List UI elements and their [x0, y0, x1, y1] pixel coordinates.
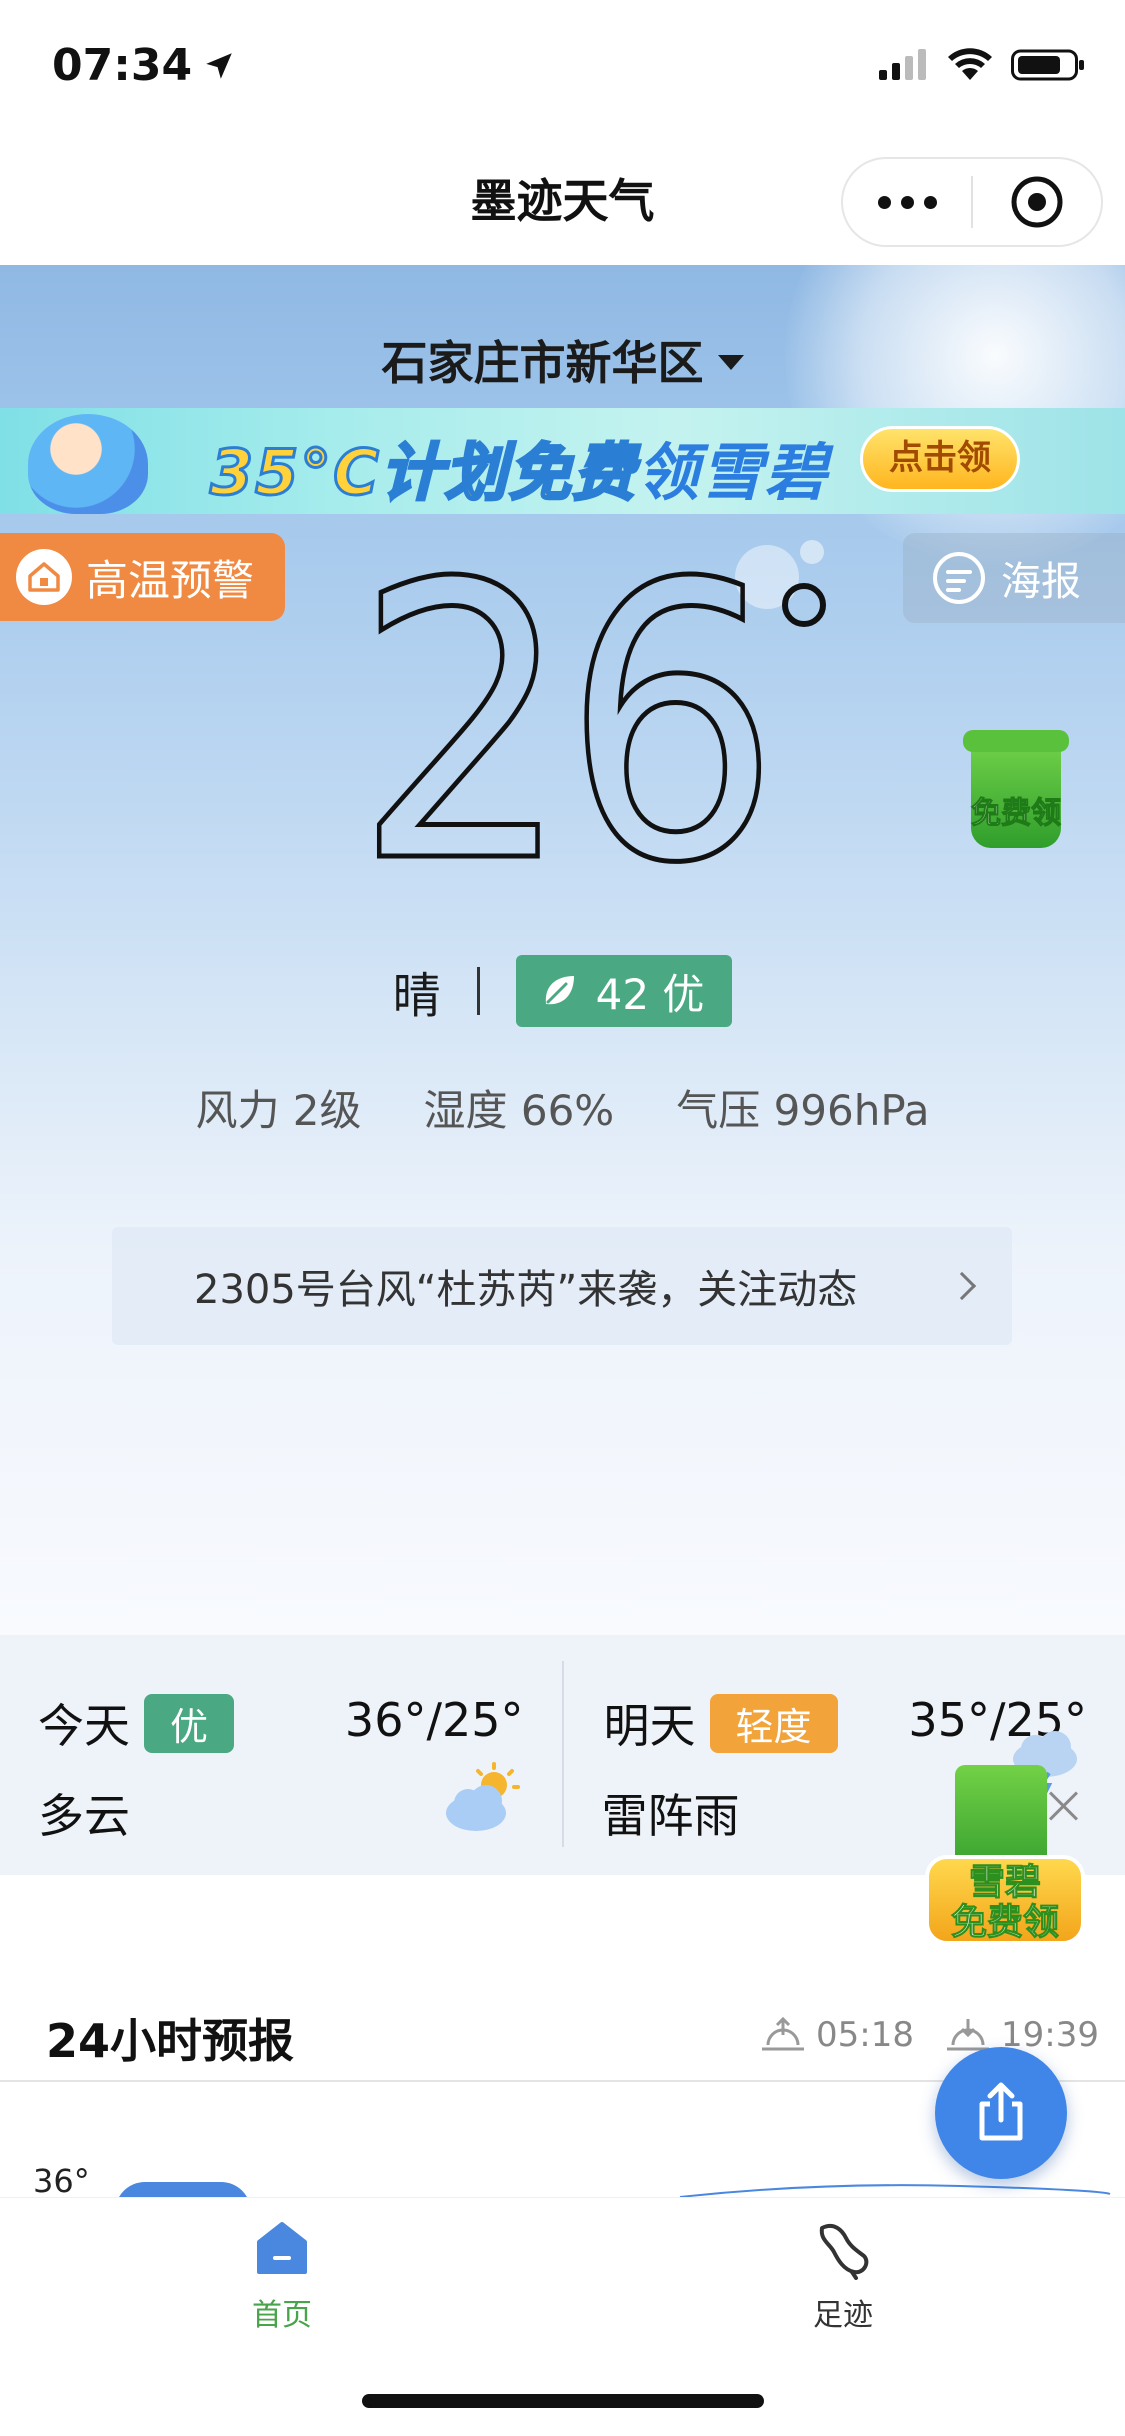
status-bar: 07:34: [0, 0, 1125, 135]
status-icons: [879, 48, 1085, 82]
forecast-today[interactable]: 今天 优 36°/25° 多云: [0, 1635, 562, 1875]
condition-row: 晴 42 优: [0, 955, 1125, 1027]
target-icon: [1011, 176, 1063, 228]
wifi-icon: [948, 48, 992, 80]
tab-label: 首页: [252, 2298, 312, 2333]
free-drink-badge[interactable]: 免费领: [957, 720, 1075, 860]
clock-text: 07:34: [52, 40, 193, 91]
location-name: 石家庄市新华区: [381, 336, 704, 390]
weather-details: 风力 2级 湿度 66% 气压 996hPa: [0, 1077, 1125, 1138]
mini-program-nav-bar: 墨迹天气: [0, 135, 1125, 265]
more-dot-icon: [877, 195, 891, 209]
temperature-range: 36°/25°: [344, 1693, 524, 1747]
chevron-right-icon: [947, 1271, 977, 1301]
caret-down-icon: [717, 355, 744, 370]
sunset-time: 19:39: [945, 2015, 1099, 2055]
hourly-title: 24小时预报: [46, 2014, 295, 2068]
aqi-badge[interactable]: 42 优: [515, 955, 733, 1027]
promo-headline-b: 免费: [507, 435, 637, 511]
promo-claim-button[interactable]: 点击领: [860, 426, 1020, 492]
share-button[interactable]: [935, 2047, 1067, 2179]
floating-promo-bottom: 免费领: [950, 1902, 1059, 1943]
news-text: 2305号台风“杜苏芮”来袭，关注动态: [194, 1267, 858, 1313]
condition-divider: [476, 967, 480, 1015]
wind-level: 风力 2级: [195, 1086, 362, 1135]
close-icon[interactable]: [1045, 1787, 1081, 1823]
aqi-badge: 轻度: [709, 1693, 838, 1753]
sunrise-time: 05:18: [760, 2015, 914, 2055]
close-mini-program-button[interactable]: [973, 159, 1101, 245]
more-options-button[interactable]: [843, 159, 971, 245]
more-dot-icon: [923, 195, 937, 209]
floating-promo-top: 雪碧: [968, 1862, 1041, 1903]
tab-home[interactable]: 首页: [182, 2218, 382, 2334]
home-icon: [257, 2222, 307, 2274]
share-icon: [979, 2082, 1023, 2141]
forecast-day: 明天 轻度: [604, 1690, 838, 1756]
location-selector[interactable]: 石家庄市新华区: [0, 327, 1125, 393]
temperature-value: 26: [352, 503, 783, 946]
forecast-condition: 多云: [38, 1789, 130, 1843]
tab-footprint[interactable]: 足迹: [743, 2218, 943, 2334]
weather-hero: 石家庄市新华区 35°C计划免费领雪碧 点击领 高温预警 海报 26 免费领 晴…: [0, 265, 1125, 1635]
mascot-image: [28, 414, 148, 514]
leaf-icon: [545, 976, 574, 1005]
floating-drink-promo[interactable]: 雪碧 免费领: [925, 1755, 1085, 1960]
promo-banner[interactable]: 35°C计划免费领雪碧 点击领: [0, 408, 1125, 514]
promo-headline-c: 领雪碧: [636, 436, 829, 509]
air-pressure: 气压 996hPa: [676, 1086, 930, 1135]
floating-promo-label: 雪碧 免费领: [925, 1855, 1085, 1945]
forecast-day-label: 今天: [38, 1699, 130, 1753]
cellular-signal-icon: [879, 49, 926, 80]
humidity: 湿度 66%: [423, 1086, 615, 1135]
free-drink-label: 免费领: [971, 796, 1062, 832]
footprint-icon: [819, 2223, 869, 2280]
tab-label: 足迹: [813, 2298, 873, 2333]
status-time: 07:34: [52, 40, 236, 91]
aqi-value: 42 优: [595, 969, 705, 1019]
battery-icon: [1011, 49, 1084, 81]
sunrise-icon: [762, 2016, 804, 2051]
typhoon-news-bar[interactable]: 2305号台风“杜苏芮”来袭，关注动态: [112, 1227, 1012, 1345]
sunrise-value: 05:18: [816, 2015, 914, 2055]
forecast-condition: 雷阵雨: [601, 1789, 740, 1843]
more-dot-icon: [900, 195, 914, 209]
forecast-day: 今天 优: [38, 1690, 235, 1756]
cup-lid: [963, 730, 1069, 752]
forecast-day-label: 明天: [603, 1699, 696, 1753]
capsule-menu: [841, 157, 1103, 247]
aqi-badge: 优: [144, 1693, 235, 1753]
degree-symbol: [782, 583, 826, 627]
partly-cloudy-icon: [445, 1762, 520, 1831]
weather-condition: 晴: [392, 968, 441, 1024]
promo-headline: 35°C计划免费领雪碧: [209, 422, 829, 512]
promo-headline-a: 35°C计划: [209, 435, 509, 511]
home-indicator: [362, 2394, 764, 2408]
location-arrow-icon: [206, 52, 232, 79]
